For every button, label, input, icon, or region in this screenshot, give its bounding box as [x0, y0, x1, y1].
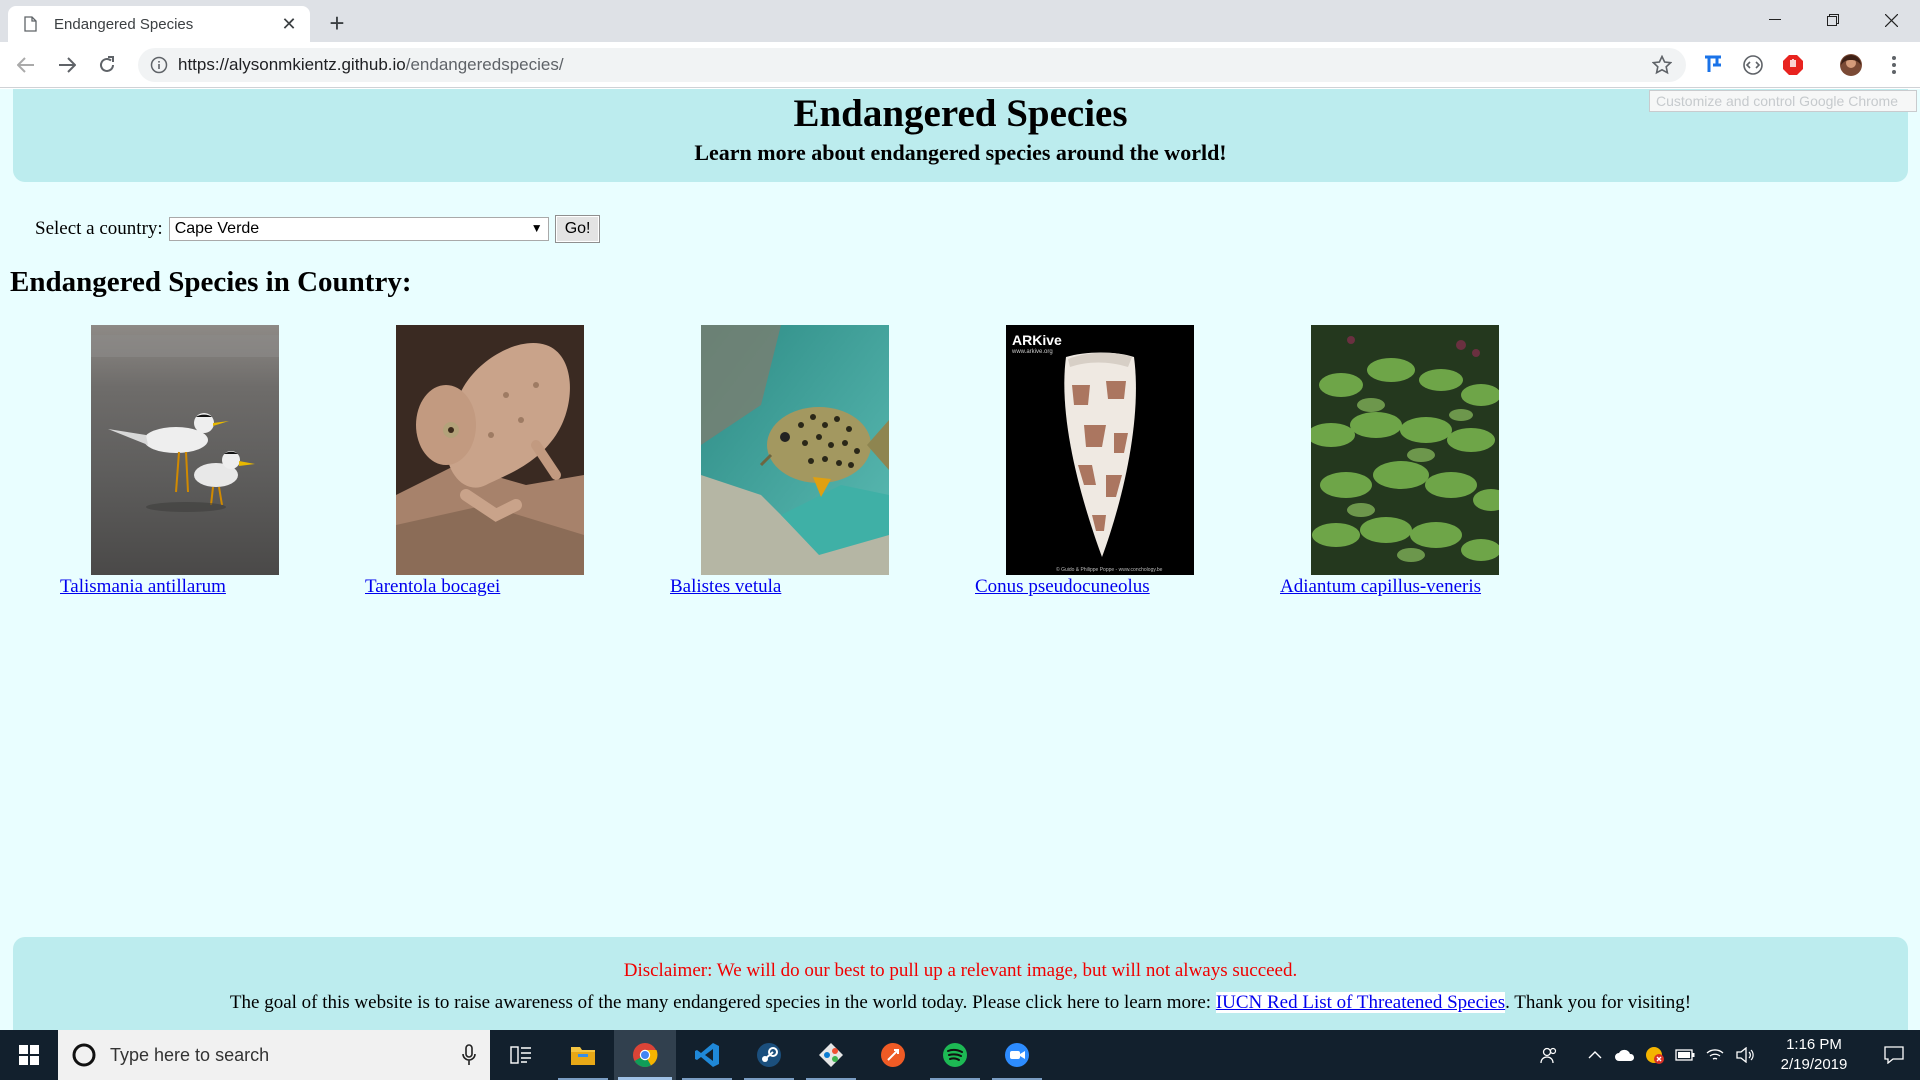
steam-icon[interactable] — [738, 1030, 800, 1080]
species-section-title: Endangered Species in Country: — [10, 266, 412, 298]
bookmark-star-icon[interactable] — [1651, 54, 1673, 80]
url-host: https://alysonmkientz.github.io — [178, 55, 406, 74]
iucn-red-list-link[interactable]: IUCN Red List of Threatened Species — [1215, 992, 1506, 1013]
species-link[interactable]: Tarentola bocagei — [365, 576, 625, 598]
close-window-button[interactable] — [1862, 0, 1920, 40]
action-center-icon[interactable] — [1868, 1030, 1920, 1080]
spotify-icon[interactable] — [924, 1030, 986, 1080]
vscode-icon[interactable] — [676, 1030, 738, 1080]
goal-text-main: The goal of this website is to raise awa… — [229, 992, 1212, 1013]
species-card: Tarentola bocagei — [365, 325, 625, 598]
zoom-icon[interactable] — [986, 1030, 1048, 1080]
go-button[interactable]: Go! — [554, 215, 601, 243]
minimize-button[interactable] — [1746, 0, 1804, 40]
new-tab-button[interactable]: + — [322, 8, 352, 38]
taskbar-search-box[interactable]: Type here to search — [58, 1030, 490, 1080]
species-image[interactable] — [396, 325, 584, 575]
page-subtitle: Learn more about endangered species arou… — [694, 140, 1227, 165]
clock-time: 1:16 PM — [1786, 1036, 1842, 1053]
chrome-menu-icon[interactable] — [1881, 52, 1907, 78]
species-link[interactable]: Balistes vetula — [670, 576, 930, 598]
selected-country: Cape Verde — [174, 220, 260, 237]
species-link[interactable]: Talismania antillarum — [60, 576, 320, 598]
info-icon[interactable] — [150, 56, 168, 74]
address-bar[interactable]: https://alysonmkientz.github.io/endanger… — [138, 48, 1686, 82]
country-select[interactable]: Cape Verde ▼ — [168, 217, 549, 241]
code-extension-icon[interactable] — [1740, 52, 1766, 78]
goal-text: The goal of this website is to raise awa… — [13, 992, 1908, 1014]
species-card: Talismania antillarum — [60, 325, 320, 598]
clock-date: 2/19/2019 — [1780, 1056, 1848, 1073]
wifi-icon[interactable] — [1700, 1030, 1730, 1080]
volume-icon[interactable] — [1730, 1030, 1760, 1080]
page-title: Endangered Species — [793, 92, 1128, 135]
photo-credit: © Guido & Philippe Poppe - www.concholog… — [1056, 566, 1163, 573]
arkive-url: www.arkive.org — [1011, 349, 1053, 355]
tab-title: Endangered Species — [54, 15, 194, 33]
browser-tab[interactable]: Endangered Species ✕ — [8, 6, 310, 42]
country-select-row: Select a country: Cape Verde ▼ Go! — [35, 215, 601, 243]
translate-extension-icon[interactable] — [1700, 52, 1726, 78]
file-explorer-icon[interactable] — [552, 1030, 614, 1080]
battery-icon[interactable] — [1670, 1030, 1700, 1080]
system-tray: 1:16 PM 2/19/2019 — [1534, 1030, 1920, 1080]
goal-text-end: . Thank you for visiting! — [1505, 992, 1692, 1013]
species-link[interactable]: Adiantum capillus-veneris — [1280, 576, 1540, 598]
onedrive-icon[interactable] — [1610, 1030, 1640, 1080]
dropdown-caret-icon: ▼ — [530, 221, 543, 235]
web-page: Endangered Species Learn more about enda… — [0, 89, 1920, 1030]
browser-toolbar: https://alysonmkientz.github.io/endanger… — [0, 42, 1920, 88]
species-link[interactable]: Conus pseudocuneolus — [975, 576, 1235, 598]
search-placeholder: Type here to search — [110, 1044, 270, 1065]
forward-arrow-icon[interactable] — [51, 49, 83, 81]
species-image[interactable] — [701, 325, 889, 575]
tab-strip: Endangered Species ✕ + — [0, 0, 1920, 42]
cortana-icon — [72, 1043, 96, 1067]
task-view-icon[interactable] — [490, 1030, 552, 1080]
window-controls — [1746, 0, 1920, 40]
restore-button[interactable] — [1804, 0, 1862, 40]
species-image[interactable]: ARKive www.arkive.org © Guido & Philippe… — [1006, 325, 1194, 575]
page-header: Endangered Species Learn more about enda… — [13, 89, 1908, 182]
menu-tooltip: Customize and control Google Chrome — [1649, 90, 1917, 112]
species-card: Adiantum capillus-veneris — [1280, 325, 1540, 598]
people-icon[interactable] — [1534, 1030, 1564, 1080]
windows-start-icon[interactable] — [0, 1030, 58, 1080]
security-alert-icon[interactable] — [1640, 1030, 1670, 1080]
species-card: ARKive www.arkive.org © Guido & Philippe… — [975, 325, 1235, 598]
species-image[interactable] — [91, 325, 279, 575]
country-select-label: Select a country: — [35, 218, 163, 239]
page-footer: Disclaimer: We will do our best to pull … — [13, 937, 1908, 1030]
microphone-icon[interactable] — [462, 1044, 476, 1071]
chrome-taskbar-icon[interactable] — [614, 1030, 676, 1080]
git-client-icon[interactable] — [800, 1030, 862, 1080]
postman-icon[interactable] — [862, 1030, 924, 1080]
disclaimer-text: Disclaimer: We will do our best to pull … — [623, 960, 1298, 981]
adblock-extension-icon[interactable] — [1780, 52, 1806, 78]
page-icon — [24, 15, 40, 33]
taskbar-clock[interactable]: 1:16 PM 2/19/2019 — [1770, 1035, 1858, 1075]
close-tab-icon[interactable]: ✕ — [278, 13, 300, 35]
species-card: Balistes vetula — [670, 325, 930, 598]
show-hidden-icons-chevron-icon[interactable] — [1580, 1030, 1610, 1080]
profile-avatar[interactable] — [1838, 52, 1864, 78]
url-path: /endangeredspecies/ — [405, 55, 564, 74]
reload-icon[interactable] — [91, 49, 123, 81]
species-image[interactable] — [1311, 325, 1499, 575]
taskbar: Type here to search 1:16 PM 2/19/2019 — [0, 1030, 1920, 1080]
back-arrow-icon[interactable] — [10, 49, 42, 81]
arkive-watermark: ARKive — [1012, 332, 1062, 348]
